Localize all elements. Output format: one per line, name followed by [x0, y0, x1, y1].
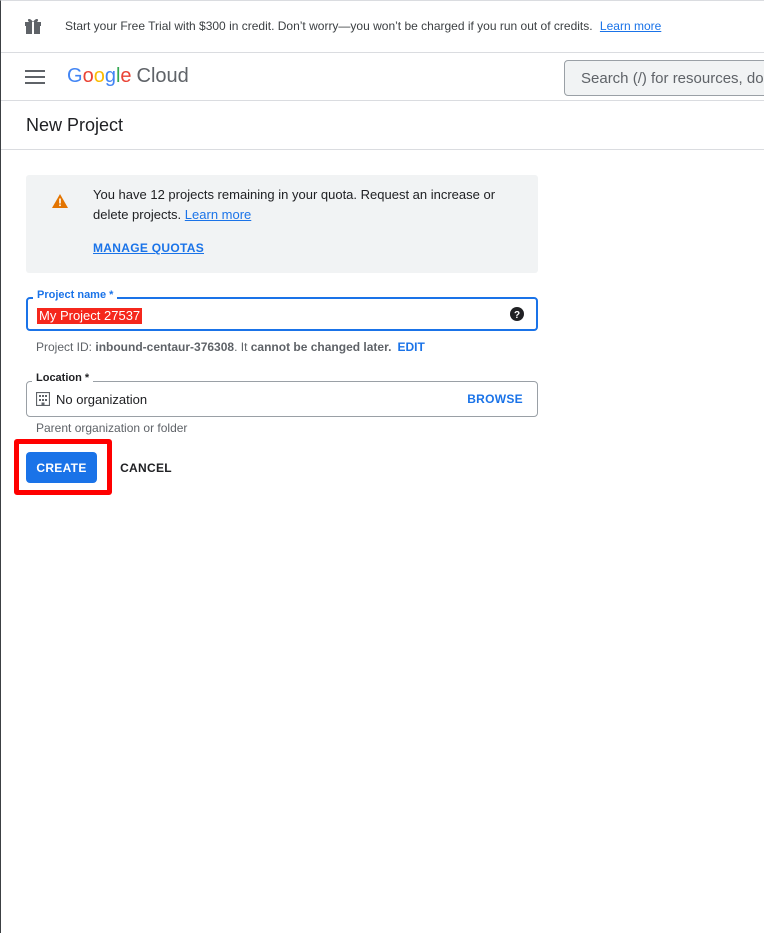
- banner-learn-more-link[interactable]: Learn more: [600, 19, 661, 33]
- page: Start your Free Trial with $300 in credi…: [0, 0, 764, 933]
- search-input[interactable]: Search (/) for resources, do: [564, 60, 764, 96]
- location-helper: Parent organization or folder: [36, 421, 188, 435]
- title-row: New Project: [1, 101, 764, 150]
- manage-quotas-link[interactable]: MANAGE QUOTAS: [93, 241, 204, 255]
- project-name-field[interactable]: Project name * My Project 27537 ?: [26, 289, 538, 331]
- google-cloud-logo[interactable]: Google Cloud: [67, 65, 189, 88]
- project-name-label: Project name *: [33, 289, 118, 301]
- create-button[interactable]: CREATE: [26, 452, 97, 483]
- search-placeholder: Search (/) for resources, do: [581, 70, 764, 87]
- project-id-middle: . It: [234, 340, 251, 354]
- project-id-value: inbound-centaur-376308: [95, 340, 235, 354]
- location-value: No organization: [56, 392, 148, 407]
- location-field[interactable]: Location * No organization BROWSE: [26, 372, 538, 417]
- gift-icon: [25, 18, 41, 34]
- quota-message-text: You have 12 projects remaining in your q…: [93, 187, 496, 222]
- hamburger-menu-icon[interactable]: [25, 70, 45, 84]
- free-trial-banner: Start your Free Trial with $300 in credi…: [1, 1, 764, 53]
- banner-text: Start your Free Trial with $300 in credi…: [65, 19, 593, 33]
- project-id-helper: Project ID: inbound-centaur-376308. It c…: [36, 340, 425, 354]
- svg-text:?: ?: [514, 310, 520, 321]
- project-name-value-redacted[interactable]: My Project 27537: [37, 308, 143, 324]
- browse-button[interactable]: BROWSE: [467, 392, 523, 406]
- banner-text-wrapper: Start your Free Trial with $300 in credi…: [65, 19, 661, 33]
- quota-message: You have 12 projects remaining in your q…: [93, 185, 513, 225]
- project-id-warning: cannot be changed later.: [250, 340, 392, 354]
- building-icon: [36, 392, 50, 406]
- page-title: New Project: [26, 115, 124, 135]
- project-id-prefix: Project ID:: [36, 340, 96, 354]
- location-label: Location *: [32, 372, 94, 384]
- warning-icon: [52, 194, 68, 208]
- cancel-button[interactable]: CANCEL: [111, 452, 181, 483]
- quota-notice: You have 12 projects remaining in your q…: [26, 175, 538, 273]
- edit-project-id-button[interactable]: EDIT: [397, 340, 424, 354]
- top-header: Google Cloud Search (/) for resources, do: [1, 53, 764, 101]
- help-icon[interactable]: ?: [510, 307, 524, 321]
- quota-learn-more-link[interactable]: Learn more: [185, 207, 251, 222]
